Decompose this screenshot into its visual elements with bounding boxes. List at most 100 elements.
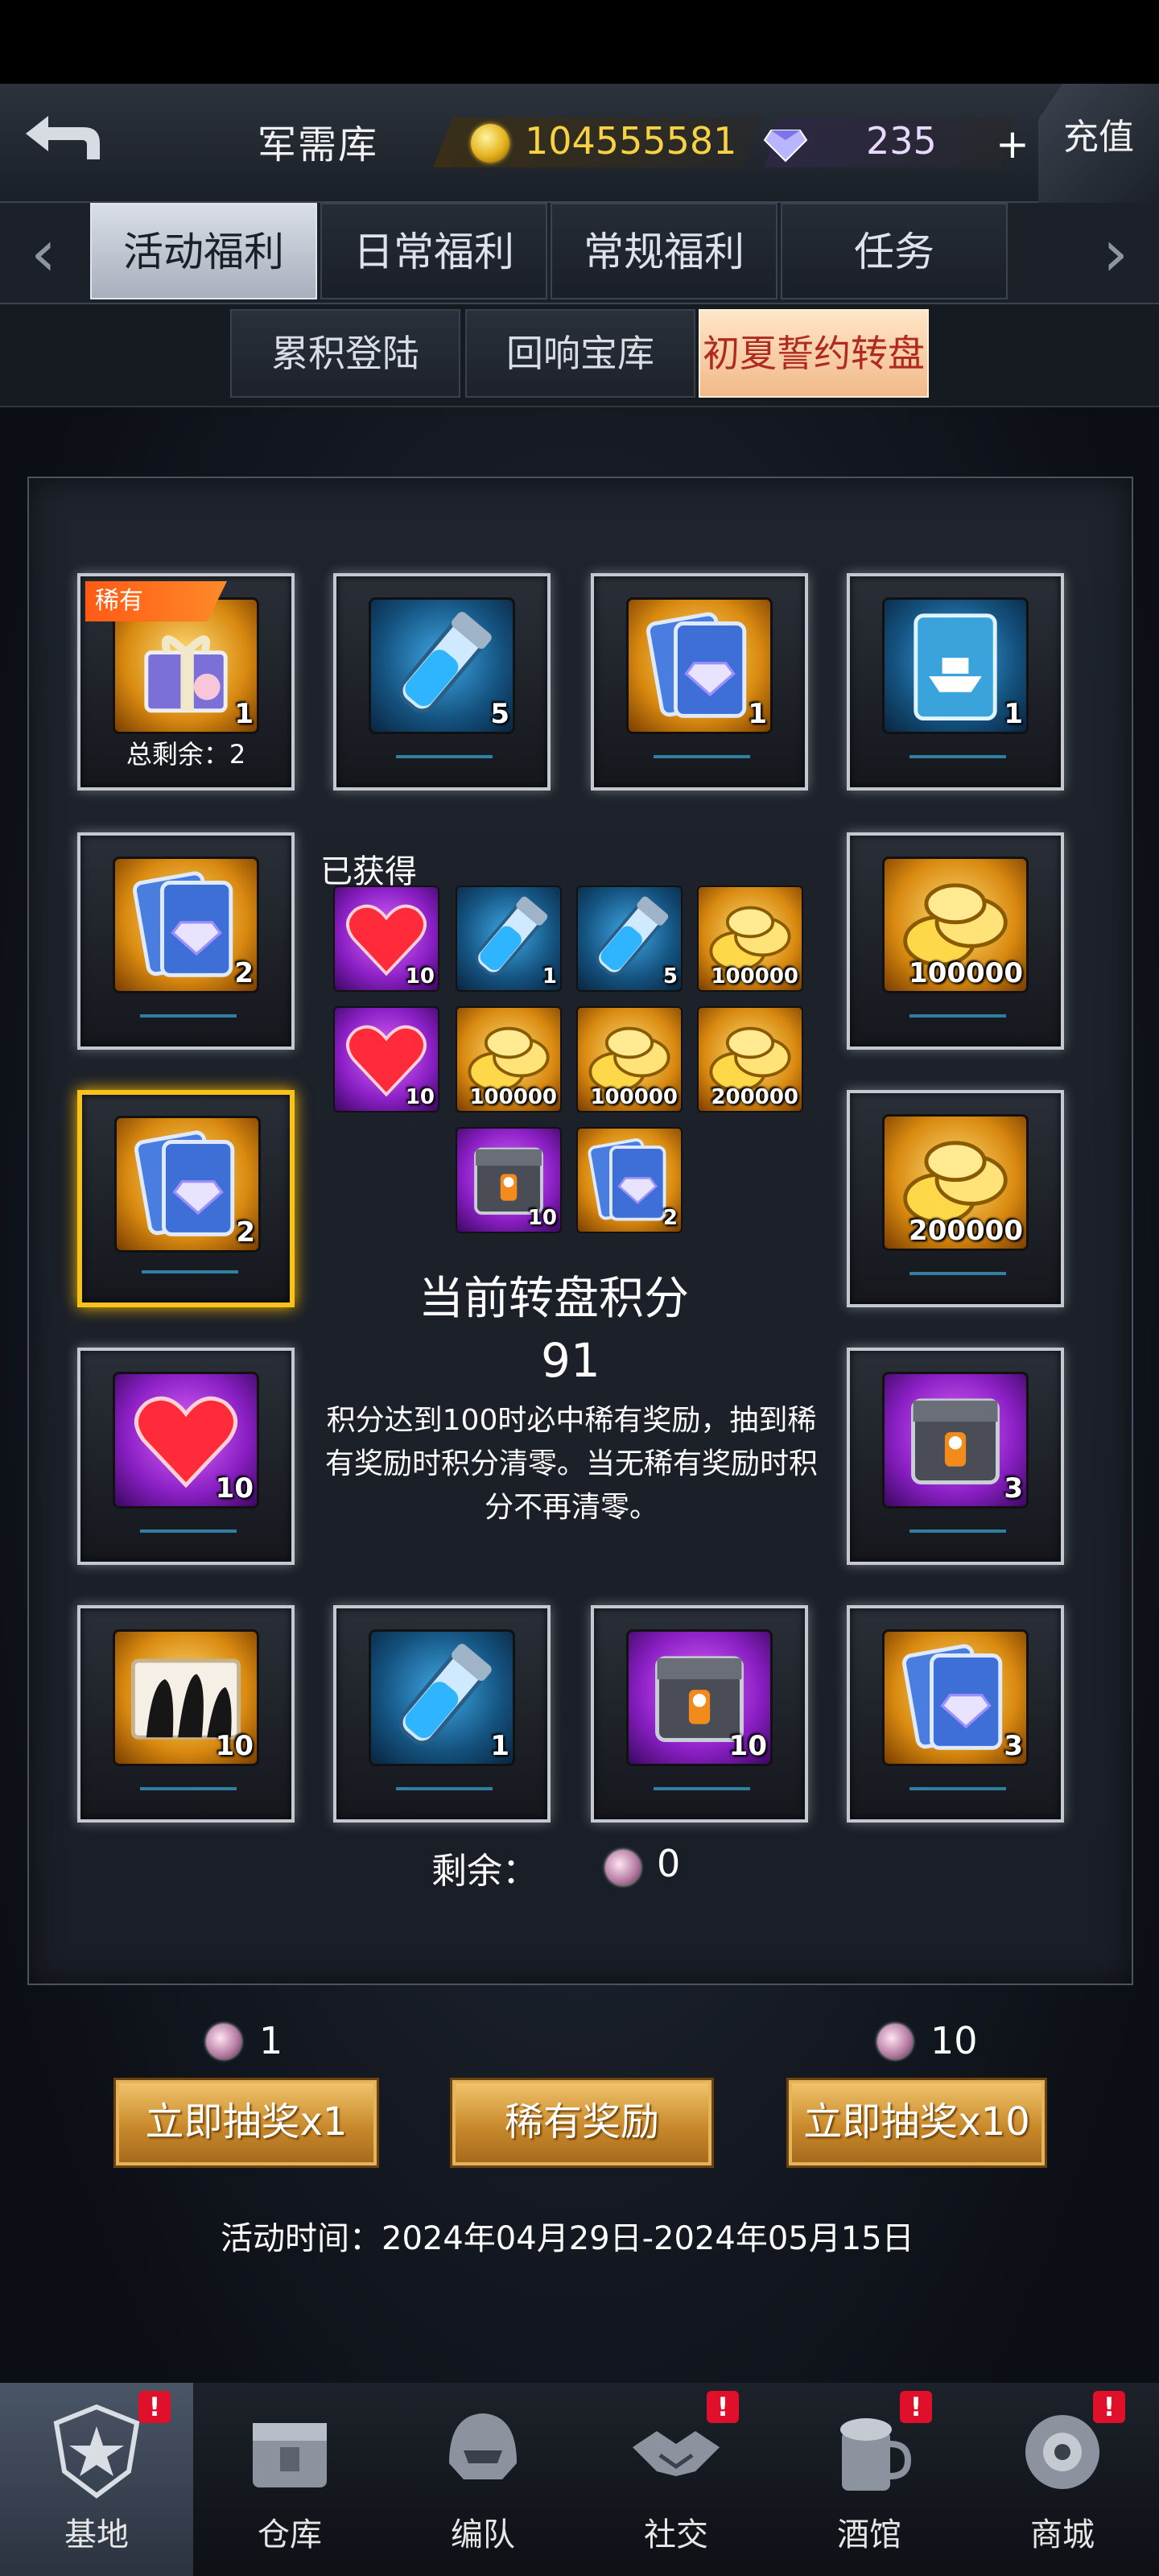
nav-item[interactable]: 仓库 — [193, 2383, 386, 2576]
back-button[interactable] — [16, 103, 111, 180]
gold-amount: 104555581 — [525, 119, 737, 163]
wheel-tile[interactable]: 5 — [333, 573, 551, 791]
tile-accent-line — [140, 1530, 237, 1533]
wheel-score-description: 积分达到100时必中稀有奖励，抽到稀有奖励时积分清零。当无稀有奖励时积分不再清零… — [324, 1404, 818, 1524]
nav-label: 商城 — [1030, 2516, 1095, 2553]
item-quantity: 10 — [728, 1730, 767, 1762]
main-tabs: ‹ 活动福利 日常福利 常规福利 任务 › — [0, 203, 1159, 304]
star-emblem-icon — [48, 2399, 145, 2504]
nav-item[interactable]: 酒馆! — [773, 2383, 966, 2576]
wheel-tile[interactable]: 3 — [847, 1605, 1064, 1823]
item-quantity: 100000 — [909, 957, 1023, 989]
supply-crate-icon: 3 — [882, 1372, 1029, 1509]
wheel-tile[interactable]: 3 — [847, 1348, 1064, 1565]
gold-coin-icon — [471, 124, 509, 163]
ticket-cost-single-icon — [206, 2024, 241, 2059]
event-time: 活动时间：2024年04月29日-2024年05月15日 — [221, 2220, 914, 2257]
supply-crate-icon: 10 — [626, 1629, 773, 1766]
rare-rewards-button[interactable]: 稀有奖励 — [452, 2080, 711, 2165]
notification-badge: ! — [707, 2391, 739, 2423]
draw-ten-button[interactable]: 立即抽奖x10 — [789, 2080, 1045, 2165]
draw-once-button[interactable]: 立即抽奖x1 — [116, 2080, 377, 2165]
notification-badge: ! — [138, 2391, 171, 2423]
obtained-heart-icon: 10 — [333, 886, 439, 992]
nav-label: 仓库 — [258, 2516, 322, 2553]
item-quantity: 10 — [215, 1472, 254, 1505]
blue-vial-icon: 1 — [369, 1629, 515, 1766]
obtained-blue-vial-icon: 5 — [576, 886, 683, 992]
diamond-card-icon: 1 — [626, 597, 773, 734]
nav-item[interactable]: 社交! — [580, 2383, 773, 2576]
tile-accent-line — [909, 1014, 1006, 1018]
item-quantity: 2 — [236, 1216, 255, 1249]
back-arrow-icon — [26, 116, 100, 159]
tab-event-welfare[interactable]: 活动福利 — [90, 203, 317, 299]
obtained-supply-crate-icon: 10 — [456, 1127, 562, 1233]
wheel-tile[interactable]: 100000 — [847, 832, 1064, 1050]
item-quantity: 10 — [215, 1730, 254, 1762]
wheel-tile[interactable]: 10 — [591, 1605, 808, 1823]
tab-next-icon[interactable]: › — [1091, 217, 1140, 290]
nav-item[interactable]: 基地! — [0, 2383, 193, 2576]
wheel-score-title: 当前转盘积分 — [419, 1273, 689, 1325]
remaining-label: 剩余： — [431, 1851, 538, 1892]
wheel-tile[interactable]: 10 — [77, 1605, 295, 1823]
subtab-early-summer-wheel[interactable]: 初夏誓约转盘 — [699, 309, 929, 398]
tile-accent-line — [909, 1272, 1006, 1275]
diamond-card-icon: 3 — [882, 1629, 1029, 1766]
nav-item[interactable]: 商城! — [966, 2383, 1159, 2576]
add-gems-button[interactable]: + — [990, 124, 1035, 166]
nav-label: 基地 — [64, 2516, 129, 2553]
wheel-tile[interactable]: 1 — [591, 573, 808, 791]
tile-accent-line — [909, 1530, 1006, 1533]
rare-tag: 稀有 — [85, 581, 227, 621]
item-quantity: 2 — [234, 957, 254, 989]
cost-single: 1 — [259, 2019, 283, 2062]
tile-accent-line — [140, 1014, 237, 1018]
recharge-button[interactable]: 充值 — [1038, 84, 1159, 203]
draw-ticket-icon — [605, 1850, 641, 1885]
wheel-tile[interactable]: 200000 — [847, 1090, 1064, 1307]
rare-total-remaining: 总剩余：2 — [126, 739, 246, 770]
tile-accent-line — [909, 755, 1006, 758]
notification-badge: ! — [1093, 2391, 1125, 2423]
wheel-tile[interactable]: 2 — [77, 1090, 295, 1307]
obtained-quantity: 10 — [405, 964, 435, 989]
tab-prev-icon[interactable]: ‹ — [19, 217, 68, 290]
obtained-quantity: 200000 — [711, 1085, 798, 1109]
wheel-score-value: 91 — [541, 1333, 600, 1388]
item-quantity: 5 — [490, 698, 509, 730]
tab-daily-welfare[interactable]: 日常福利 — [320, 203, 547, 299]
wheel-tile[interactable]: 1 — [333, 1605, 551, 1823]
nav-item[interactable]: 编队 — [386, 2383, 580, 2576]
obtained-quantity: 100000 — [590, 1085, 678, 1109]
diamond-card-icon: 2 — [114, 1116, 261, 1253]
wheel-tile[interactable]: 2 — [77, 832, 295, 1050]
obtained-quantity: 10 — [405, 1085, 435, 1109]
obtained-blue-vial-icon: 1 — [456, 886, 562, 992]
item-quantity: 200000 — [909, 1215, 1023, 1247]
tab-regular-welfare[interactable]: 常规福利 — [551, 203, 777, 299]
tab-tasks[interactable]: 任务 — [781, 203, 1008, 299]
subtab-echo-vault[interactable]: 回响宝库 — [465, 309, 695, 398]
wheel-tile[interactable]: 1 — [847, 573, 1064, 791]
ticket-cost-ten-icon — [877, 2024, 913, 2059]
obtained-gold-coins-icon: 100000 — [456, 1006, 562, 1113]
heart-icon: 10 — [113, 1372, 259, 1509]
wheel-tile[interactable]: 10 — [77, 1348, 295, 1565]
tile-accent-line — [142, 1270, 238, 1274]
obtained-gold-coins-icon: 100000 — [576, 1006, 683, 1113]
obtained-gold-coins-icon: 200000 — [697, 1006, 803, 1113]
tile-accent-line — [654, 755, 750, 758]
tile-accent-line — [140, 1787, 237, 1790]
gold-coins-icon: 200000 — [882, 1114, 1029, 1251]
obtained-quantity: 100000 — [711, 964, 798, 989]
item-quantity: 3 — [1004, 1472, 1023, 1505]
item-quantity: 1 — [234, 698, 254, 730]
subtab-cumulative-login[interactable]: 累积登陆 — [230, 309, 460, 398]
nav-label: 酒馆 — [837, 2516, 901, 2553]
silhouette-card-icon: 10 — [113, 1629, 259, 1766]
sub-tabs: 累积登陆 回响宝库 初夏誓约转盘 — [0, 304, 1159, 407]
helmet-icon — [435, 2399, 531, 2504]
crate-icon — [241, 2399, 338, 2504]
